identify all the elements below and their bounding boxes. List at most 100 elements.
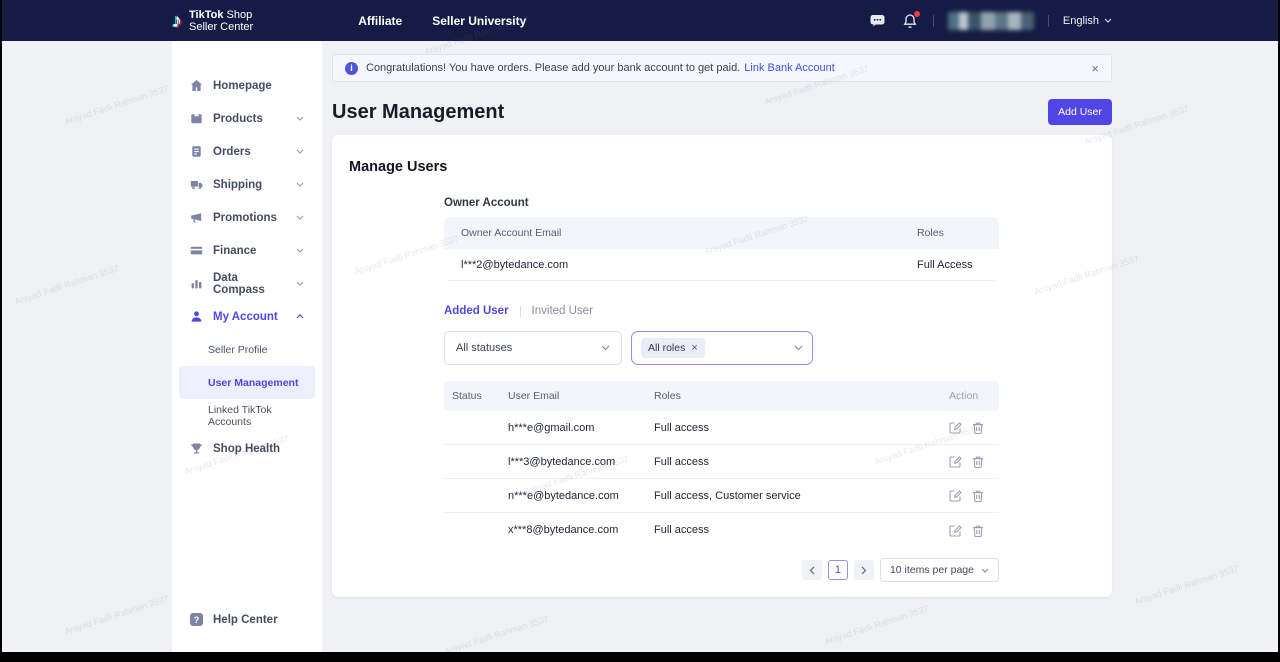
tiktok-shop-logo[interactable]: ♪ TikTok Shop Seller Center	[172, 9, 253, 33]
account-avatar[interactable]	[948, 12, 1034, 30]
sidebar-item-orders[interactable]: Orders	[179, 135, 315, 168]
owner-table-row: l***2@bytedance.com Full Access	[444, 249, 999, 281]
owner-email: l***2@bytedance.com	[444, 259, 917, 271]
user-roles: Full access	[654, 524, 949, 536]
tab-added-user[interactable]: Added User	[444, 305, 509, 317]
user-roles: Full access	[654, 422, 949, 434]
table-row: l***3@bytedance.com Full access	[444, 445, 999, 479]
info-icon: i	[345, 62, 358, 75]
sidebar-item-homepage[interactable]: Homepage	[179, 69, 315, 102]
home-icon	[190, 79, 203, 92]
link-bank-account-link[interactable]: Link Bank Account	[744, 62, 835, 74]
chevron-up-icon	[296, 314, 304, 319]
sidebar-item-shop-health[interactable]: Shop Health	[179, 432, 315, 465]
navbar-right: English	[869, 12, 1112, 30]
user-email: l***3@bytedance.com	[508, 456, 654, 468]
sidebar-item-my-account[interactable]: My Account	[179, 300, 315, 333]
delete-icon[interactable]	[972, 455, 984, 468]
chevron-down-icon	[601, 345, 610, 351]
edit-icon[interactable]	[949, 524, 962, 537]
edit-icon[interactable]	[949, 421, 962, 434]
sidebar-subitem-seller-profile[interactable]: Seller Profile	[179, 333, 315, 366]
nav-link-seller-university[interactable]: Seller University	[432, 14, 526, 28]
table-row: x***8@bytedance.com Full access	[444, 513, 999, 547]
sidebar-item-promotions[interactable]: Promotions	[179, 201, 315, 234]
users-table: Status User Email Roles Action h***e@gma…	[444, 381, 999, 547]
manage-users-card: Manage Users Owner Account Owner Account…	[332, 135, 1112, 597]
user-roles: Full access	[654, 456, 949, 468]
status-filter-select[interactable]: All statuses	[444, 331, 622, 365]
content-area: Homepage Products Orders Shipping	[2, 41, 1278, 652]
filters-row: All statuses All roles ×	[444, 331, 999, 365]
notification-dot	[914, 11, 920, 17]
sidebar-subitem-linked-tiktok-accounts[interactable]: Linked TikTok Accounts	[179, 399, 315, 432]
language-selector[interactable]: English	[1063, 15, 1112, 27]
sidebar-subitem-user-management[interactable]: User Management	[179, 366, 315, 399]
messages-icon[interactable]	[869, 12, 887, 30]
navbar-divider	[933, 15, 934, 27]
delete-icon[interactable]	[972, 421, 984, 434]
delete-icon[interactable]	[972, 524, 984, 537]
finance-card-icon	[190, 244, 203, 257]
top-navbar: ♪ TikTok Shop Seller Center Affiliate Se…	[2, 0, 1278, 41]
delete-icon[interactable]	[972, 489, 984, 502]
app-window: ♪ TikTok Shop Seller Center Affiliate Se…	[2, 0, 1278, 652]
chevron-down-icon	[296, 248, 304, 253]
edit-icon[interactable]	[949, 489, 962, 502]
tab-divider	[520, 306, 521, 317]
current-page[interactable]: 1	[828, 560, 848, 580]
user-email: x***8@bytedance.com	[508, 524, 654, 536]
help-icon: ?	[190, 613, 203, 626]
chevron-down-icon	[296, 281, 304, 286]
chevron-down-icon	[296, 149, 304, 154]
sidebar-item-data-compass[interactable]: Data Compass	[179, 267, 315, 300]
chevron-down-icon	[981, 568, 989, 573]
previous-page-button[interactable]	[802, 560, 822, 580]
promotions-megaphone-icon	[190, 211, 203, 224]
all-roles-chip: All roles ×	[641, 338, 705, 358]
user-email: h***e@gmail.com	[508, 422, 654, 434]
logo-text: TikTok Shop Seller Center	[189, 9, 253, 33]
items-per-page-select[interactable]: 10 items per page	[880, 558, 999, 582]
navbar-divider	[1048, 15, 1049, 27]
sidebar-item-help-center[interactable]: ? Help Center	[179, 603, 315, 636]
table-row: n***e@bytedance.com Full access, Custome…	[444, 479, 999, 513]
user-roles: Full access, Customer service	[654, 490, 949, 502]
page-title: User Management	[332, 101, 504, 124]
chevron-down-icon	[1104, 18, 1112, 23]
chevron-down-icon	[296, 182, 304, 187]
bank-account-banner: i Congratulations! You have orders. Plea…	[332, 54, 1112, 82]
add-user-button[interactable]: Add User	[1048, 99, 1112, 125]
owner-roles: Full Access	[917, 259, 999, 271]
roles-filter-select[interactable]: All roles ×	[631, 331, 813, 365]
next-page-button[interactable]	[854, 560, 874, 580]
chevron-down-icon	[794, 345, 803, 351]
products-box-icon	[190, 112, 203, 125]
owner-account-table: Owner Account Email Roles l***2@bytedanc…	[444, 217, 999, 281]
shipping-truck-icon	[190, 178, 203, 191]
bar-chart-icon	[190, 277, 203, 290]
nav-link-affiliate[interactable]: Affiliate	[358, 14, 402, 28]
sidebar-item-finance[interactable]: Finance	[179, 234, 315, 267]
close-icon[interactable]: ×	[1091, 62, 1099, 75]
sidebar-item-shipping[interactable]: Shipping	[179, 168, 315, 201]
edit-icon[interactable]	[949, 455, 962, 468]
trophy-icon	[190, 442, 203, 455]
nav-links: Affiliate Seller University	[358, 14, 526, 28]
chevron-down-icon	[296, 116, 304, 121]
chevron-down-icon	[296, 215, 304, 220]
table-row: h***e@gmail.com Full access	[444, 411, 999, 445]
owner-account-label: Owner Account	[444, 197, 999, 209]
main-panel: i Congratulations! You have orders. Plea…	[332, 41, 1112, 597]
notifications-bell-icon[interactable]	[901, 12, 919, 30]
remove-chip-icon[interactable]: ×	[691, 343, 697, 354]
sidebar: Homepage Products Orders Shipping	[172, 41, 322, 652]
users-table-header: Status User Email Roles Action	[444, 381, 999, 411]
tab-invited-user[interactable]: Invited User	[532, 305, 593, 317]
user-tabs: Added User Invited User	[444, 305, 999, 317]
orders-document-icon	[190, 145, 203, 158]
sidebar-item-products[interactable]: Products	[179, 102, 315, 135]
person-icon	[190, 310, 203, 323]
banner-text: Congratulations! You have orders. Please…	[366, 62, 740, 74]
tiktok-note-icon: ♪	[172, 11, 182, 31]
